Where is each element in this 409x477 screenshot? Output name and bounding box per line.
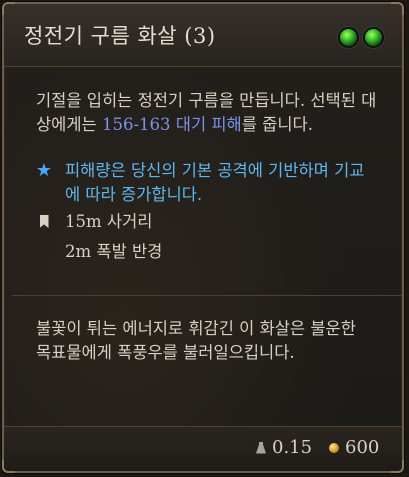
rarity-orbs <box>338 27 384 48</box>
star-icon: ★ <box>35 160 53 181</box>
item-title: 정전기 구름 화살 (3) <box>24 24 216 48</box>
range-row: 15m 사거리 <box>34 210 152 234</box>
description-text: 를 줍니다. <box>241 115 313 134</box>
tooltip-footer: 0.15 600 <box>4 426 402 471</box>
green-orb-icon <box>338 27 359 48</box>
item-description: 기절을 입히는 정전기 구름을 만듭니다. 선택된 대상에게는 156-163 … <box>36 89 381 137</box>
weight-display: 0.15 <box>256 437 312 458</box>
item-tooltip: 정전기 구름 화살 (3) 기절을 입히는 정전기 구름을 만듭니다. 선택된 … <box>2 2 404 473</box>
radius-text: 2m 폭발 반경 <box>65 242 163 261</box>
damage-note-row: ★ 피해량은 당신의 기본 공격에 기반하며 기교에 따라 증가합니다. <box>34 159 365 207</box>
radius-row: 2m 폭발 반경 <box>34 240 162 264</box>
weight-value: 0.15 <box>272 437 313 458</box>
flavor-text: 불꽃이 튀는 에너지로 휘감긴 이 화살은 불운한 목표물에게 폭풍우를 불러일… <box>36 319 356 362</box>
damage-note: 피해량은 당신의 기본 공격에 기반하며 기교에 따라 증가합니다. <box>65 161 365 204</box>
section-divider <box>12 295 402 296</box>
bookmark-flag-icon <box>39 215 49 228</box>
price-display: 600 <box>329 437 379 458</box>
green-orb-icon <box>363 27 384 48</box>
price-value: 600 <box>345 437 380 458</box>
weight-icon <box>256 441 266 454</box>
ability-section: 기절을 입히는 정전기 구름을 만듭니다. 선택된 대상에게는 156-163 … <box>4 67 402 297</box>
gold-coin-icon <box>329 442 339 453</box>
tooltip-header: 정전기 구름 화살 (3) <box>4 4 402 67</box>
damage-value: 156-163 대기 피해 <box>101 115 242 134</box>
range-text: 15m 사거리 <box>65 212 153 231</box>
